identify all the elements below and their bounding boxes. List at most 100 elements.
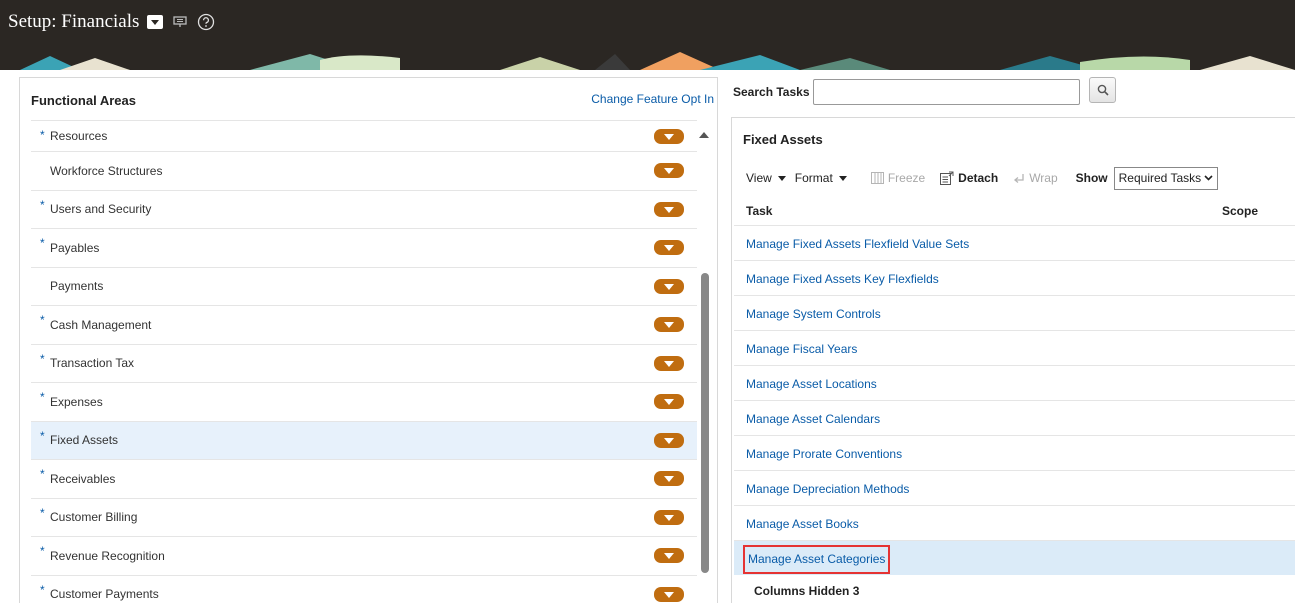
table-row[interactable]: Manage Depreciation Methods [734,470,1295,505]
area-dropdown-button[interactable] [654,129,684,144]
scroll-up-arrow-icon[interactable] [698,130,710,140]
required-indicator: * [40,236,45,250]
required-indicator: * [40,429,45,443]
area-dropdown-button[interactable] [654,548,684,563]
table-row[interactable]: Manage System Controls [734,295,1295,330]
table-row[interactable]: Manage Prorate Conventions [734,435,1295,470]
dropdown-menu-icon[interactable] [147,15,163,29]
task-link-manage-asset-categories[interactable]: Manage Asset Categories [743,545,890,574]
area-item-payables[interactable]: * Payables [31,228,697,267]
area-dropdown-button[interactable] [654,433,684,448]
area-dropdown-button[interactable] [654,279,684,294]
task-list-panel: Fixed Assets View Format Freeze Detach W… [731,117,1295,603]
area-item-payments[interactable]: Payments [31,267,697,306]
search-icon [1097,84,1109,96]
task-link[interactable]: Manage Depreciation Methods [746,482,909,496]
area-dropdown-button[interactable] [654,163,684,178]
required-indicator: * [40,128,45,142]
task-link[interactable]: Manage Asset Books [746,517,859,531]
area-item-users-and-security[interactable]: * Users and Security [31,190,697,229]
wrap-label: Wrap [1029,171,1057,185]
area-item-fixed-assets[interactable]: * Fixed Assets [31,421,697,460]
header-title-row: Setup: Financials [8,9,215,35]
area-label: Receivables [50,472,115,486]
area-label: Cash Management [50,318,151,332]
area-item-cash-management[interactable]: * Cash Management [31,305,697,344]
task-link[interactable]: Manage Fixed Assets Key Flexfields [746,272,939,286]
area-dropdown-button[interactable] [654,394,684,409]
required-indicator: * [40,506,45,520]
area-item-revenue-recognition[interactable]: * Revenue Recognition [31,536,697,575]
task-link[interactable]: Manage Fixed Assets Flexfield Value Sets [746,237,969,251]
scrollbar-thumb[interactable] [701,273,709,573]
format-label: Format [795,171,833,185]
task-link[interactable]: Manage Fiscal Years [746,342,857,356]
functional-areas-panel: Functional Areas Change Feature Opt In *… [19,77,718,603]
chevron-down-icon [1204,175,1213,181]
area-item-resources[interactable]: * Resources [31,120,697,151]
search-tasks-input[interactable] [813,79,1080,105]
area-item-workforce-structures[interactable]: Workforce Structures [31,151,697,190]
area-item-receivables[interactable]: * Receivables [31,459,697,498]
columns-hidden-status: Columns Hidden 3 [754,584,859,598]
help-icon[interactable] [197,13,215,31]
area-dropdown-button[interactable] [654,510,684,525]
area-dropdown-button[interactable] [654,471,684,486]
freeze-label: Freeze [888,171,925,185]
detach-icon [940,171,954,185]
table-row[interactable]: Manage Fixed Assets Flexfield Value Sets [734,225,1295,260]
area-item-customer-payments[interactable]: * Customer Payments [31,575,697,613]
area-label: Revenue Recognition [50,549,165,563]
format-menu[interactable]: Format [795,171,847,185]
search-button[interactable] [1089,77,1116,103]
detach-button[interactable]: Detach [940,171,998,185]
area-label: Customer Billing [50,510,137,524]
app-header: Setup: Financials [0,0,1295,70]
table-row[interactable]: Manage Fixed Assets Key Flexfields [734,260,1295,295]
table-row[interactable]: Manage Asset Locations [734,365,1295,400]
area-dropdown-button[interactable] [654,240,684,255]
area-label: Payables [50,241,99,255]
table-row-selected[interactable]: Manage Asset Categories [734,540,1295,575]
monitor-icon[interactable] [171,13,189,31]
task-link[interactable]: Manage System Controls [746,307,881,321]
area-dropdown-button[interactable] [654,317,684,332]
functional-areas-header: Functional Areas Change Feature Opt In [20,78,717,120]
page-title: Setup: Financials [8,11,139,33]
task-panel-title: Fixed Assets [743,132,823,147]
area-item-transaction-tax[interactable]: * Transaction Tax [31,344,697,383]
freeze-button[interactable]: Freeze [871,171,925,185]
task-link[interactable]: Manage Asset Calendars [746,412,880,426]
task-link[interactable]: Manage Asset Locations [746,377,877,391]
show-select-value: Required Tasks [1119,171,1202,185]
area-dropdown-button[interactable] [654,587,684,602]
freeze-icon [871,172,884,184]
search-tasks-label: Search Tasks [733,85,810,99]
area-label: Resources [50,129,107,143]
required-indicator: * [40,198,45,212]
area-item-customer-billing[interactable]: * Customer Billing [31,498,697,537]
change-feature-opt-in-link[interactable]: Change Feature Opt In [591,92,714,106]
area-label: Fixed Assets [50,433,118,447]
view-menu[interactable]: View [746,171,786,185]
wrap-icon [1013,173,1025,184]
task-link[interactable]: Manage Prorate Conventions [746,447,902,461]
area-item-expenses[interactable]: * Expenses [31,382,697,421]
area-label: Expenses [50,395,103,409]
column-header-task[interactable]: Task [746,204,772,218]
area-dropdown-button[interactable] [654,356,684,371]
chevron-down-icon [839,176,847,181]
area-label: Customer Payments [50,587,159,601]
task-table: Manage Fixed Assets Flexfield Value Sets… [734,225,1295,575]
column-header-scope[interactable]: Scope [1222,204,1258,218]
show-select[interactable]: Required Tasks [1114,167,1219,190]
required-indicator: * [40,313,45,327]
table-row[interactable]: Manage Asset Calendars [734,400,1295,435]
table-row[interactable]: Manage Fiscal Years [734,330,1295,365]
table-toolbar: View Format Freeze Detach Wrap Show Requ… [746,168,1218,188]
table-row[interactable]: Manage Asset Books [734,505,1295,540]
area-label: Workforce Structures [50,164,162,178]
columns-hidden-count: 3 [853,584,860,598]
area-dropdown-button[interactable] [654,202,684,217]
wrap-button[interactable]: Wrap [1013,171,1057,185]
